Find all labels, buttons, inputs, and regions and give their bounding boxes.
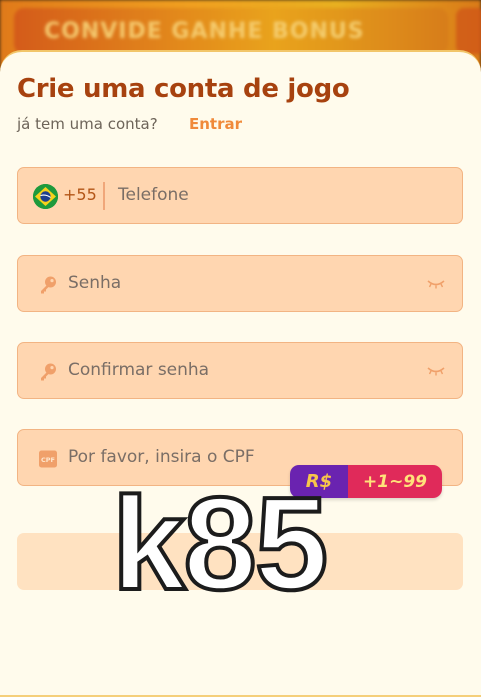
have-account-text: já tem uma conta? xyxy=(17,115,158,133)
phone-input[interactable]: Telefone xyxy=(118,185,189,205)
eye-closed-icon[interactable] xyxy=(426,277,446,291)
background-promo-button: CONVIDE GANHE BONUS xyxy=(14,8,448,54)
confirm-password-field[interactable]: Confirmar senha xyxy=(17,342,463,399)
page-title: Crie uma conta de jogo xyxy=(17,74,350,104)
phone-divider xyxy=(103,182,105,210)
login-link[interactable]: Entrar xyxy=(189,115,242,133)
key-icon xyxy=(38,275,58,295)
cpf-card-icon: CPF xyxy=(38,449,58,469)
key-icon xyxy=(38,362,58,382)
watermark-text: k85 xyxy=(110,470,330,617)
confirm-password-input[interactable]: Confirmar senha xyxy=(68,360,209,380)
cpf-icon-text: CPF xyxy=(41,456,55,464)
background-side-button xyxy=(456,8,481,54)
eye-closed-icon[interactable] xyxy=(426,364,446,378)
phone-field[interactable]: +55 Telefone xyxy=(17,167,463,224)
country-code[interactable]: +55 xyxy=(63,185,97,204)
brazil-flag-icon[interactable] xyxy=(33,184,58,209)
password-input[interactable]: Senha xyxy=(68,273,121,293)
cpf-input[interactable]: Por favor, insira o CPF xyxy=(68,447,255,467)
password-field[interactable]: Senha xyxy=(17,255,463,312)
